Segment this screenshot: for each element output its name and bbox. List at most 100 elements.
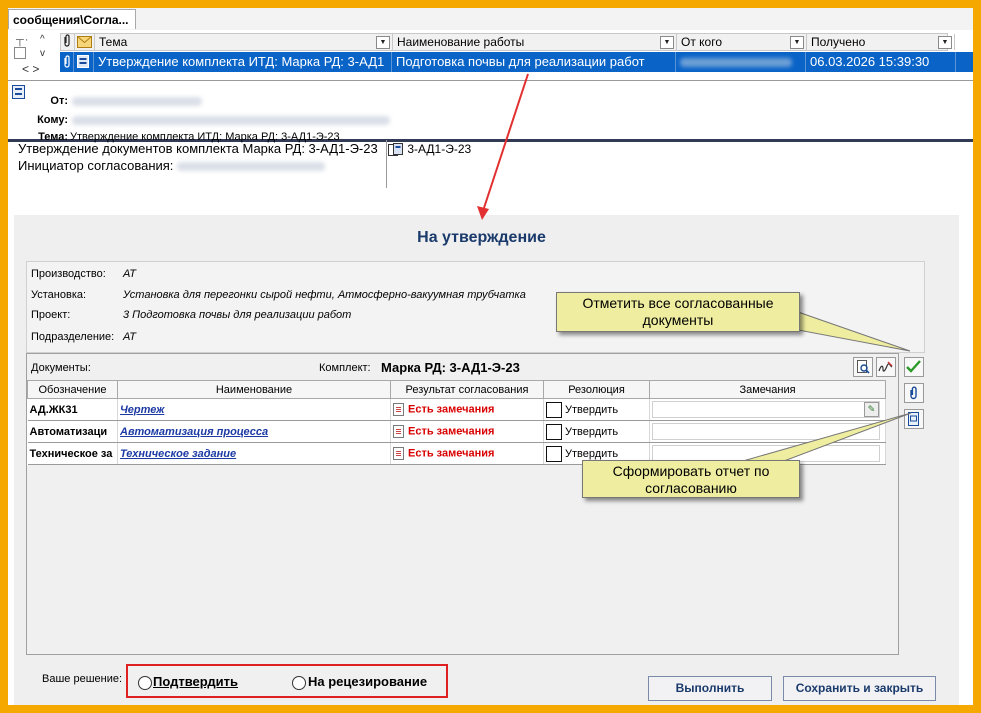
message-list: ┬· ^ v < > Тема ▼ Наименование работы ▼ … [8, 30, 973, 81]
scroll-left-right-icon[interactable]: < > [22, 62, 39, 76]
message-list-header: Тема ▼ Наименование работы ▼ От кого ▼ П… [60, 33, 955, 51]
tooltip-mark-all: Отметить все согласованные документы [556, 292, 800, 332]
envelope-column[interactable] [75, 34, 95, 50]
attach-button[interactable] [904, 383, 924, 403]
column-subject-label: Тема [99, 35, 128, 49]
table-row[interactable]: Автоматизаци Автоматизация процесса Есть… [27, 420, 886, 443]
doc-resolution: Утвердить [565, 425, 619, 438]
checkmark-icon [906, 360, 921, 373]
doc-name-link[interactable]: Техническое задание [120, 448, 236, 460]
execute-button[interactable]: Выполнить [648, 676, 772, 701]
row-work: Подготовка почвы для реализации работ [392, 52, 676, 72]
col-name[interactable]: Наименование [117, 380, 391, 399]
doc-result: Есть замечания [408, 447, 495, 460]
generate-report-button[interactable] [904, 409, 924, 429]
documents-label: Документы: [31, 362, 91, 374]
col-remarks[interactable]: Замечания [649, 380, 886, 399]
document-icon[interactable] [393, 425, 404, 438]
documents-grid: Обозначение Наименование Результат согла… [27, 380, 886, 465]
approval-form: На утверждение Производство: АТ Установк… [14, 215, 959, 705]
info-value: АТ [123, 331, 136, 343]
doc-result-cell: Есть замечания [390, 442, 544, 465]
chevron-down-icon[interactable]: ▼ [790, 36, 804, 49]
col-resolution[interactable]: Резолюция [543, 380, 650, 399]
row-subject: Утверждение комплекта ИТД: Марка РД: 3-А… [94, 52, 392, 72]
column-received-label: Получено [811, 35, 866, 49]
documents-panel: Документы: Комплект: Марка РД: 3-АД1-Э-2… [26, 353, 899, 655]
doc-code: АД.ЖК31 [27, 398, 118, 421]
doc-resolution-cell: Утвердить [543, 420, 650, 443]
table-row[interactable]: АД.ЖК31 Чертеж Есть замечания Утвердить … [27, 398, 886, 421]
document-icon[interactable] [393, 403, 404, 416]
confirm-radio[interactable] [138, 676, 152, 690]
doc-name-link[interactable]: Чертеж [120, 404, 164, 416]
resolution-checkbox[interactable] [546, 401, 562, 418]
row-from [676, 52, 806, 72]
chevron-down-icon[interactable]: ▼ [376, 36, 390, 49]
document-icon[interactable] [393, 447, 404, 460]
review-label[interactable]: На рецезирование [308, 674, 427, 689]
tree-node-box[interactable] [14, 47, 26, 59]
pen-icon[interactable]: ✎ [864, 402, 879, 417]
scroll-down-icon[interactable]: v [40, 48, 45, 59]
doc-remarks-cell [649, 420, 886, 443]
initiator-label: Инициатор согласования: [18, 158, 174, 173]
confirm-label[interactable]: Подтвердить [153, 674, 238, 689]
tooltip-report: Сформировать отчет по согласованию [582, 460, 800, 498]
view-kit-button[interactable] [853, 357, 873, 377]
info-label: Производство: [31, 268, 106, 280]
from-value [72, 95, 202, 107]
paperclip-icon [64, 55, 70, 68]
doc-name-link[interactable]: Автоматизация процесса [120, 426, 268, 438]
column-work-label: Наименование работы [397, 35, 525, 49]
kit-label: Комплект: [319, 362, 371, 374]
col-result[interactable]: Результат согласования [390, 380, 544, 399]
doc-resolution: Утвердить [565, 403, 619, 416]
app-window: сообщения\Согла... ┬· ^ v < > Тема ▼ Наи… [8, 8, 973, 705]
doc-resolution: Утвердить [565, 447, 619, 460]
kit-value: Марка РД: 3-АД1-Э-23 [381, 360, 520, 375]
column-subject[interactable]: Тема ▼ [95, 34, 393, 50]
info-value: 3 Подготовка почвы для реализации работ [123, 309, 352, 321]
tree-navigator: ┬· ^ v < > [14, 34, 54, 78]
column-work[interactable]: Наименование работы ▼ [393, 34, 677, 50]
attach-icon [910, 386, 917, 400]
report-icon [908, 412, 919, 426]
remarks-field[interactable] [652, 423, 880, 440]
chevron-down-icon[interactable]: ▼ [938, 36, 952, 49]
column-from[interactable]: От кого ▼ [677, 34, 807, 50]
body-initiator: Инициатор согласования: [18, 157, 386, 174]
info-label: Установка: [31, 289, 87, 301]
redacted-sender [680, 58, 792, 68]
col-code[interactable]: Обозначение [27, 380, 118, 399]
message-row-selected[interactable]: Утверждение комплекта ИТД: Марка РД: 3-А… [60, 52, 973, 72]
resolution-checkbox[interactable] [546, 445, 562, 462]
to-label: Кому: [37, 114, 68, 126]
body-line: Утверждение документов комплекта Марка Р… [18, 141, 378, 156]
info-label: Проект: [31, 309, 71, 321]
doc-result: Есть замечания [408, 403, 495, 416]
info-value: Установка для перегонки сырой нефти, Атм… [123, 289, 526, 301]
column-received[interactable]: Получено ▼ [807, 34, 955, 50]
doc-remarks-cell: ✎ [649, 398, 886, 421]
sign-button[interactable] [876, 357, 896, 377]
tab-messages[interactable]: сообщения\Согла... [8, 9, 136, 29]
attachment-item[interactable]: 3-АД1-Э-23 [388, 142, 471, 157]
search-doc-icon [857, 360, 870, 374]
kit-document-icon [388, 142, 403, 156]
review-radio[interactable] [292, 676, 306, 690]
message-header: От: Кому: Тема: Утверждение комплекта ИТ… [8, 81, 973, 143]
save-close-button[interactable]: Сохранить и закрыть [783, 676, 936, 701]
remarks-field[interactable]: ✎ [652, 401, 880, 418]
info-value: АТ [123, 268, 136, 280]
mark-all-approved-button[interactable] [904, 357, 924, 377]
scroll-up-icon[interactable]: ^ [40, 34, 45, 45]
chevron-down-icon[interactable]: ▼ [660, 36, 674, 49]
resolution-checkbox[interactable] [546, 423, 562, 440]
paperclip-column[interactable] [61, 34, 75, 50]
to-value [72, 114, 390, 126]
row-doc-type [74, 52, 94, 72]
row-received: 06.03.2026 15:39:30 [806, 52, 956, 72]
column-from-label: От кого [681, 35, 723, 49]
doc-resolution-cell: Утвердить [543, 398, 650, 421]
